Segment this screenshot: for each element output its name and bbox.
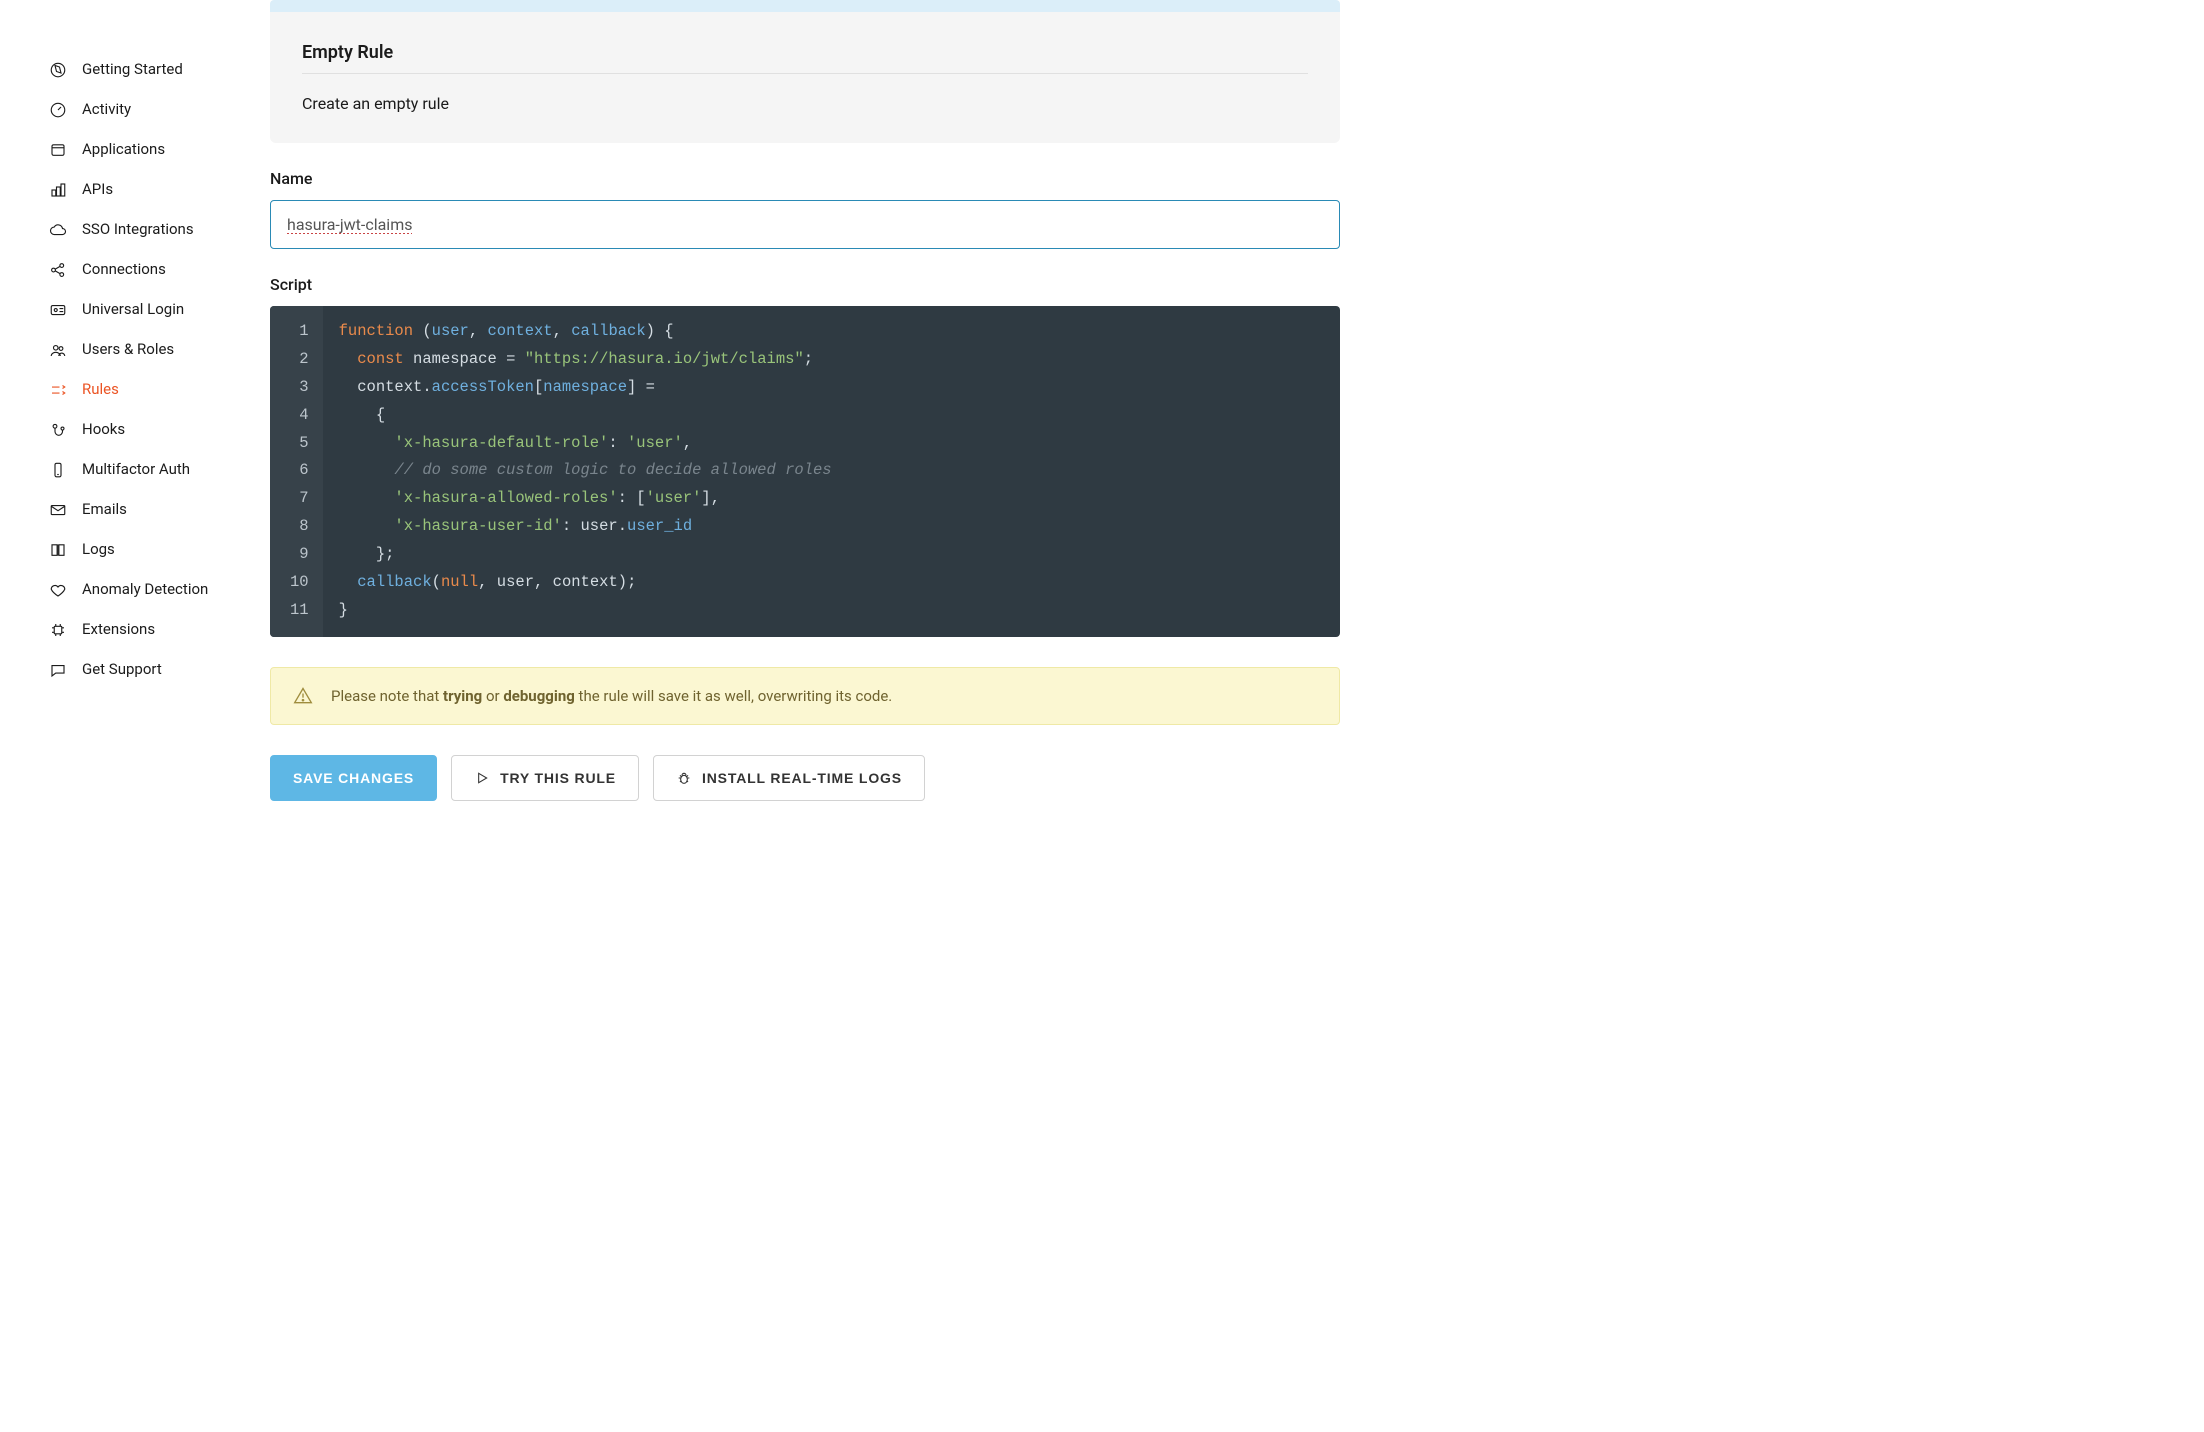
id-icon [48, 300, 68, 320]
main-content: Empty Rule Create an empty rule Name Scr… [270, 0, 1340, 1432]
sidebar-item-label: Anomaly Detection [82, 580, 208, 600]
name-section: Name [270, 169, 1340, 249]
sidebar-item-label: Users & Roles [82, 340, 174, 360]
intro-title: Empty Rule [302, 30, 1308, 74]
sidebar-item-label: Applications [82, 140, 165, 160]
code-editor[interactable]: 1234567891011 function (user, context, c… [270, 306, 1340, 637]
sidebar-item-getting-started[interactable]: Getting Started [0, 50, 270, 90]
code-body[interactable]: function (user, context, callback) { con… [323, 306, 1340, 637]
sidebar-item-activity[interactable]: Activity [0, 90, 270, 130]
rules-icon [48, 380, 68, 400]
script-section: Script 1234567891011 function (user, con… [270, 275, 1340, 637]
sidebar-item-label: Logs [82, 540, 115, 560]
save-changes-button[interactable]: SAVE CHANGES [270, 755, 437, 801]
intro-box: Empty Rule Create an empty rule [270, 0, 1340, 143]
play-icon [474, 770, 490, 786]
sidebar-item-support[interactable]: Get Support [0, 650, 270, 690]
sidebar-item-mfa[interactable]: Multifactor Auth [0, 450, 270, 490]
sidebar-item-label: Getting Started [82, 60, 183, 80]
cloud-icon [48, 220, 68, 240]
sidebar-item-logs[interactable]: Logs [0, 530, 270, 570]
heart-icon [48, 580, 68, 600]
sidebar-item-applications[interactable]: Applications [0, 130, 270, 170]
sidebar-item-label: Get Support [82, 660, 162, 680]
sidebar-item-label: Connections [82, 260, 166, 280]
sidebar-item-label: Hooks [82, 420, 125, 440]
line-gutter: 1234567891011 [270, 306, 323, 637]
sidebar-item-users-roles[interactable]: Users & Roles [0, 330, 270, 370]
chat-icon [48, 660, 68, 680]
sidebar: Getting Started Activity Applications AP… [0, 0, 270, 1432]
chip-icon [48, 620, 68, 640]
book-icon [48, 540, 68, 560]
compass-icon [48, 60, 68, 80]
sidebar-item-label: Emails [82, 500, 127, 520]
users-icon [48, 340, 68, 360]
sidebar-item-label: SSO Integrations [82, 220, 194, 240]
sidebar-item-label: Multifactor Auth [82, 460, 190, 480]
sidebar-item-label: Rules [82, 380, 119, 400]
sidebar-item-connections[interactable]: Connections [0, 250, 270, 290]
script-label: Script [270, 275, 1340, 294]
sidebar-item-emails[interactable]: Emails [0, 490, 270, 530]
window-icon [48, 140, 68, 160]
sidebar-item-universal-login[interactable]: Universal Login [0, 290, 270, 330]
phone-icon [48, 460, 68, 480]
sidebar-item-sso[interactable]: SSO Integrations [0, 210, 270, 250]
sidebar-item-label: Activity [82, 100, 131, 120]
hook-icon [48, 420, 68, 440]
sidebar-item-rules[interactable]: Rules [0, 370, 270, 410]
install-logs-button[interactable]: INSTALL REAL-TIME LOGS [653, 755, 925, 801]
try-rule-button[interactable]: TRY THIS RULE [451, 755, 639, 801]
sidebar-item-label: APIs [82, 180, 113, 200]
bug-icon [676, 770, 692, 786]
share-icon [48, 260, 68, 280]
sidebar-item-label: Extensions [82, 620, 155, 640]
sidebar-item-label: Universal Login [82, 300, 184, 320]
blocks-icon [48, 180, 68, 200]
gauge-icon [48, 100, 68, 120]
warning-icon [293, 686, 313, 706]
sidebar-item-hooks[interactable]: Hooks [0, 410, 270, 450]
sidebar-item-apis[interactable]: APIs [0, 170, 270, 210]
warning-text: Please note that trying or debugging the… [331, 687, 892, 705]
warning-banner: Please note that trying or debugging the… [270, 667, 1340, 725]
intro-top-strip [270, 0, 1340, 12]
mail-icon [48, 500, 68, 520]
intro-description: Create an empty rule [302, 94, 1308, 113]
button-row: SAVE CHANGES TRY THIS RULE INSTALL REAL-… [270, 755, 1340, 801]
name-label: Name [270, 169, 1340, 188]
rule-name-input[interactable] [270, 200, 1340, 249]
sidebar-item-anomaly[interactable]: Anomaly Detection [0, 570, 270, 610]
sidebar-item-extensions[interactable]: Extensions [0, 610, 270, 650]
